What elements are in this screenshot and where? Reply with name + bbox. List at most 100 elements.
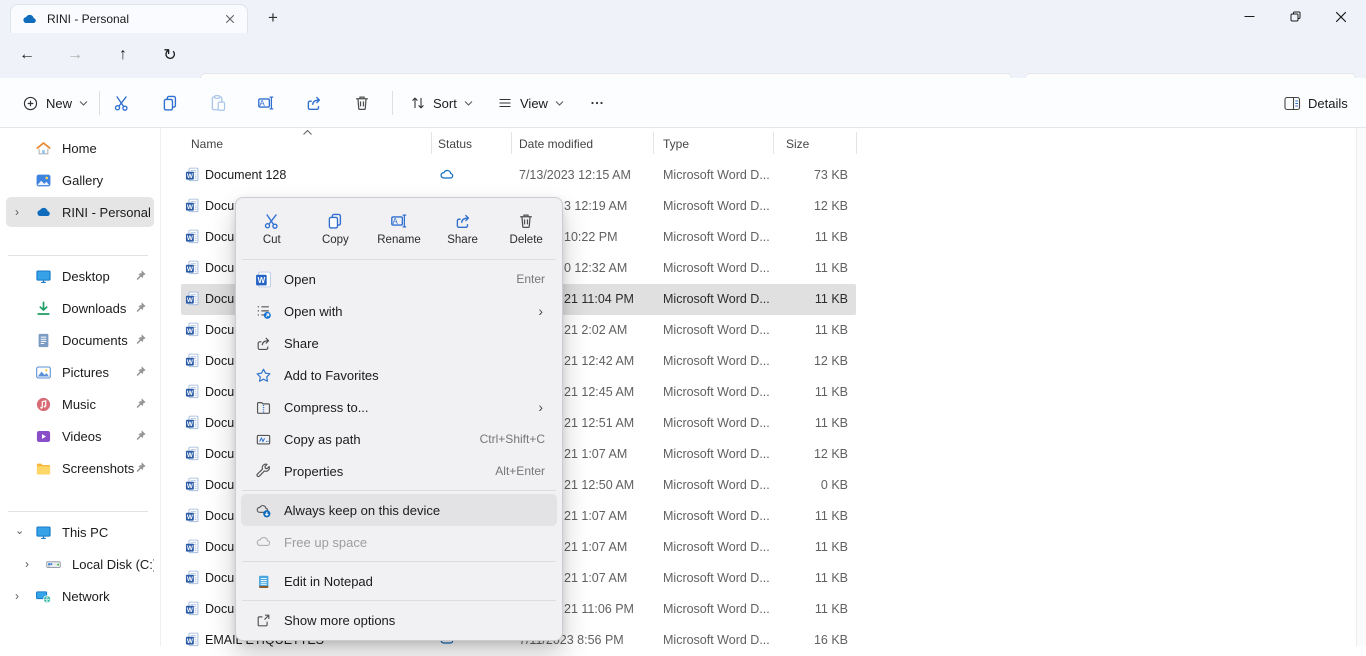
- sidebar-item-gallery[interactable]: Gallery: [6, 165, 154, 195]
- network-icon: [35, 588, 52, 605]
- back-button[interactable]: ←: [11, 40, 43, 70]
- toolbar-divider: [99, 91, 100, 115]
- menu-item-shortcut: Enter: [516, 272, 545, 286]
- word-file-icon: W: [185, 322, 200, 337]
- menu-item-share[interactable]: Share: [241, 327, 557, 359]
- sidebar-item-this-pc[interactable]: ⌄ This PC: [6, 517, 154, 547]
- share-button[interactable]: [295, 90, 333, 116]
- sidebar-item-desktop[interactable]: Desktop: [6, 261, 154, 291]
- favorites-star-icon: [255, 367, 273, 384]
- forward-button[interactable]: →: [59, 40, 91, 70]
- menu-item-shortcut: Ctrl+Shift+C: [480, 432, 545, 446]
- chevron-right-icon[interactable]: ›: [6, 205, 35, 219]
- column-separator[interactable]: [431, 132, 432, 154]
- sidebar-item-rini-personal[interactable]: ›RINI - Personal: [6, 197, 154, 227]
- menu-item-show-more-options[interactable]: Show more options: [241, 604, 557, 636]
- menu-item-properties[interactable]: PropertiesAlt+Enter: [241, 455, 557, 487]
- refresh-button[interactable]: ↻: [154, 40, 186, 70]
- chevron-right-icon[interactable]: ›: [16, 557, 45, 571]
- column-separator[interactable]: [856, 132, 857, 154]
- pc-icon: [35, 524, 52, 541]
- sidebar-item-local-disk-c[interactable]: ›Local Disk (C:): [6, 549, 154, 579]
- new-button[interactable]: New: [12, 86, 98, 120]
- svg-text:W: W: [187, 421, 193, 428]
- sidebar-item-label: This PC: [62, 525, 154, 540]
- sidebar-item-home[interactable]: Home: [6, 133, 154, 163]
- details-pane-button[interactable]: Details: [1274, 86, 1358, 120]
- minimize-button[interactable]: [1226, 0, 1272, 33]
- column-separator[interactable]: [773, 132, 774, 154]
- column-separator[interactable]: [511, 132, 512, 154]
- sidebar-item-network[interactable]: ›Network: [6, 581, 154, 611]
- rename-button[interactable]: A: [247, 90, 285, 116]
- file-row[interactable]: WDocument 1287/13/2023 12:15 AMMicrosoft…: [181, 160, 856, 191]
- sidebar-item-downloads[interactable]: Downloads: [6, 293, 154, 323]
- column-header-size[interactable]: Size: [786, 137, 809, 151]
- chevron-down-icon[interactable]: ⌄: [6, 524, 35, 537]
- menu-item-copy-as-path[interactable]: Copy as pathCtrl+Shift+C: [241, 423, 557, 455]
- tab-close-icon[interactable]: [221, 10, 239, 28]
- date-modified: 0 12:32 AM: [564, 261, 627, 275]
- new-tab-button[interactable]: +: [260, 6, 286, 30]
- date-modified: 21 1:07 AM: [564, 447, 627, 461]
- svg-text:W: W: [187, 359, 193, 366]
- svg-text:W: W: [187, 204, 193, 211]
- word-file-icon: W: [185, 601, 200, 616]
- copy-button[interactable]: [151, 90, 189, 116]
- column-separator[interactable]: [653, 132, 654, 154]
- date-modified: 21 2:02 AM: [564, 323, 627, 337]
- sidebar-item-videos[interactable]: Videos: [6, 421, 154, 451]
- paste-button[interactable]: [199, 90, 237, 116]
- see-more-button[interactable]: [578, 90, 616, 116]
- share-icon: [454, 212, 472, 230]
- sidebar-item-documents[interactable]: Documents: [6, 325, 154, 355]
- column-header-name[interactable]: Name: [191, 137, 223, 151]
- copy-icon: [161, 94, 179, 112]
- paste-icon: [209, 94, 227, 112]
- sort-button[interactable]: Sort: [400, 86, 483, 120]
- word-file-icon: W: [185, 446, 200, 461]
- view-button[interactable]: View: [487, 86, 574, 120]
- quick-copy-button[interactable]: Copy: [304, 202, 368, 256]
- quick-share-button[interactable]: Share: [431, 202, 495, 256]
- file-type: Microsoft Word D...: [663, 385, 770, 399]
- downloads-icon: [35, 300, 52, 317]
- copy-icon: [326, 212, 344, 230]
- column-header-date-modified[interactable]: Date modified: [519, 137, 593, 151]
- quick-rename-button[interactable]: ARename: [367, 202, 431, 256]
- menu-item-add-to-favorites[interactable]: Add to Favorites: [241, 359, 557, 391]
- menu-item-compress-to[interactable]: Compress to...›: [241, 391, 557, 423]
- pin-icon: [134, 365, 147, 378]
- delete-button[interactable]: [343, 90, 381, 116]
- menu-item-open-with[interactable]: Open with›: [241, 295, 557, 327]
- chevron-right-icon[interactable]: ›: [6, 589, 35, 603]
- menu-item-always-keep-on-this-device[interactable]: Always keep on this device: [241, 494, 557, 526]
- quick-delete-button[interactable]: Delete: [494, 202, 558, 256]
- file-size: 16 KB: [769, 633, 848, 647]
- restore-button[interactable]: [1272, 0, 1318, 33]
- svg-text:W: W: [187, 266, 193, 273]
- sidebar-item-screenshots[interactable]: Screenshots: [6, 453, 154, 483]
- toolbar-divider: [392, 91, 393, 115]
- word-file-icon: W: [185, 260, 200, 275]
- svg-text:A: A: [260, 99, 266, 108]
- menu-item-edit-in-notepad[interactable]: Edit in Notepad: [241, 565, 557, 597]
- sidebar-item-music[interactable]: Music: [6, 389, 154, 419]
- documents-icon: [35, 332, 52, 349]
- explorer-tab[interactable]: RINI - Personal: [10, 4, 248, 33]
- column-header-status[interactable]: Status: [438, 137, 472, 151]
- cut-button[interactable]: [103, 90, 141, 116]
- quick-cut-button[interactable]: Cut: [240, 202, 304, 256]
- up-button[interactable]: ↑: [107, 40, 139, 70]
- menu-item-open[interactable]: WOpenEnter: [241, 263, 557, 295]
- file-size: 11 KB: [769, 540, 848, 554]
- file-type: Microsoft Word D...: [663, 602, 770, 616]
- scrollbar[interactable]: [1356, 128, 1366, 646]
- close-button[interactable]: [1318, 0, 1364, 33]
- menu-item-free-up-space[interactable]: Free up space: [241, 526, 557, 558]
- cut-icon: [263, 212, 281, 230]
- more-icon: [589, 95, 605, 111]
- sidebar-item-pictures[interactable]: Pictures: [6, 357, 154, 387]
- column-header-type[interactable]: Type: [663, 137, 689, 151]
- file-size: 12 KB: [769, 447, 848, 461]
